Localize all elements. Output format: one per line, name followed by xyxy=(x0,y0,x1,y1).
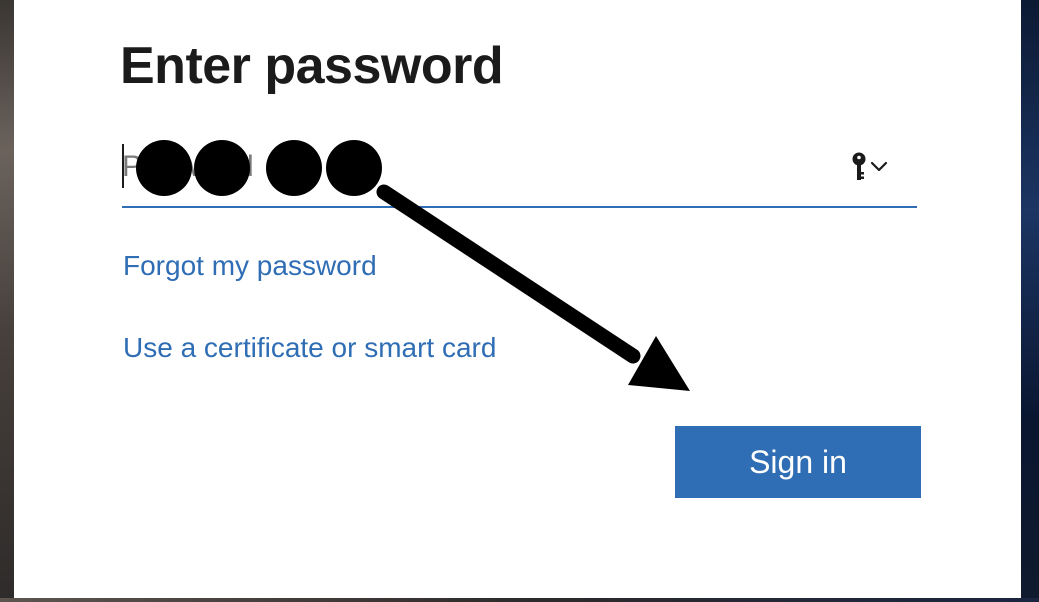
password-options-button[interactable] xyxy=(847,150,893,184)
password-field xyxy=(122,130,917,208)
text-caret xyxy=(122,144,124,188)
redaction-dot xyxy=(136,140,192,196)
chevron-down-icon xyxy=(870,161,888,172)
redaction-dot xyxy=(194,140,250,196)
screenshot: Enter password Forgot my password Use a … xyxy=(0,0,1039,602)
background-left-edge xyxy=(0,0,14,602)
background-bottom-edge xyxy=(0,598,1039,602)
background-right-edge xyxy=(1021,0,1039,602)
forgot-password-link[interactable]: Forgot my password xyxy=(123,250,377,282)
sign-in-button[interactable]: Sign in xyxy=(675,426,921,498)
redaction-dot xyxy=(326,140,382,196)
redaction-dot xyxy=(266,140,322,196)
sign-in-dialog: Enter password Forgot my password Use a … xyxy=(14,0,1021,598)
page-title: Enter password xyxy=(120,37,504,95)
certificate-link[interactable]: Use a certificate or smart card xyxy=(123,332,496,364)
